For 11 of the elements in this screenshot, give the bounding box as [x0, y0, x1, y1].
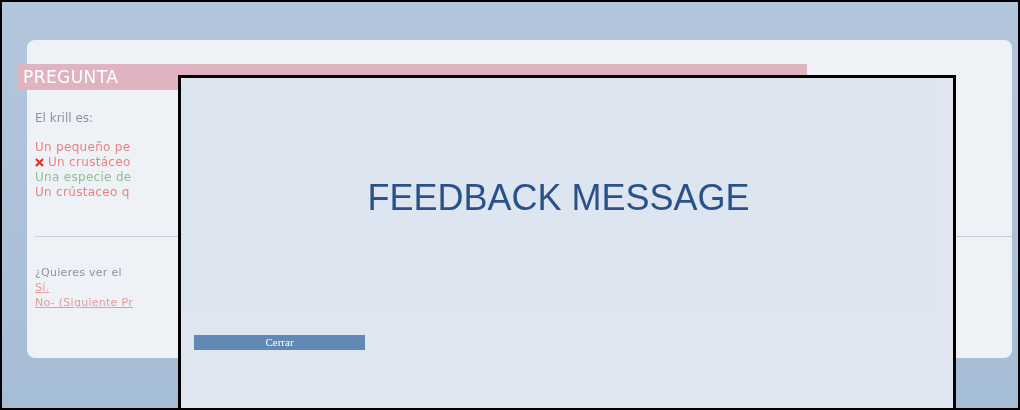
answer-link[interactable]: No- (Siguiente Pr — [35, 295, 133, 310]
feedback-message: FEEDBACK MESSAGE — [367, 175, 750, 216]
close-button[interactable]: Cerrar — [194, 335, 365, 350]
answer-option[interactable]: Un crustáceo — [48, 155, 131, 170]
follow-up-question: ¿Quieres ver el — [35, 265, 123, 280]
answer-option[interactable]: Una especie de — [35, 170, 132, 185]
answer-option[interactable]: Un crústaceo q — [35, 185, 130, 200]
question-heading: PREGUNTA — [23, 68, 119, 86]
answer-link[interactable]: Sí. — [35, 280, 50, 295]
answer-option[interactable]: Un pequeño pe — [35, 140, 131, 155]
question-prompt: El krill es: — [35, 110, 95, 127]
